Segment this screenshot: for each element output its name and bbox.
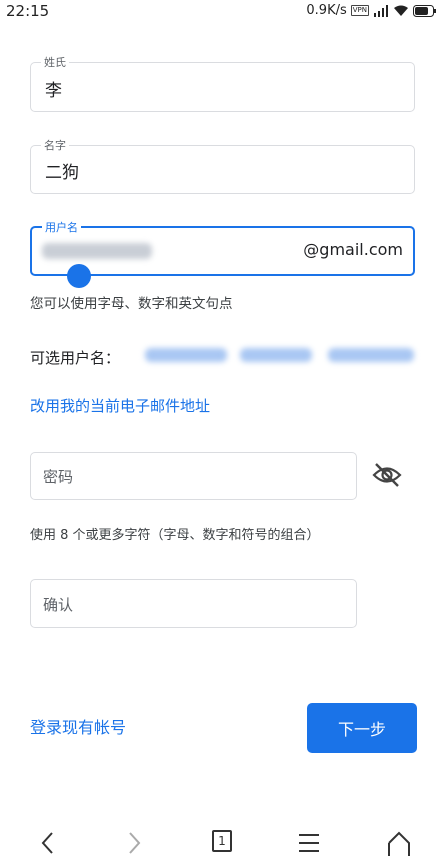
use-current-email-link[interactable]: 改用我的当前电子邮件地址 [30, 395, 210, 416]
text-cursor-handle[interactable] [67, 264, 91, 288]
first-name-field[interactable]: 名字 二狗 [30, 137, 415, 194]
suggestions-label: 可选用户名： [30, 349, 121, 367]
home-icon[interactable] [386, 830, 412, 856]
last-name-value: 李 [45, 81, 62, 101]
browser-bottom-nav: 1 [0, 826, 445, 858]
username-value-redacted [42, 243, 152, 259]
back-icon[interactable] [38, 830, 58, 856]
sign-in-existing-link[interactable]: 登录现有帐号 [30, 714, 126, 738]
confirm-password-field[interactable]: 确认 [30, 579, 357, 628]
battery-icon [413, 4, 436, 17]
suggestion-2[interactable] [240, 348, 312, 362]
eye-off-icon[interactable] [372, 462, 402, 488]
network-speed: 0.9K/s [306, 3, 347, 18]
first-name-value: 二狗 [45, 163, 79, 183]
username-suffix: @gmail.com [303, 240, 403, 259]
suggestion-1[interactable] [145, 348, 227, 362]
forward-icon[interactable] [124, 830, 144, 856]
last-name-field[interactable]: 姓氏 李 [30, 54, 415, 112]
suggestion-3[interactable] [328, 348, 414, 362]
wifi-icon [394, 5, 408, 16]
tabs-icon[interactable]: 1 [212, 830, 232, 852]
username-label: 用户名 [42, 219, 81, 235]
password-hint: 使用 8 个或更多字符（字母、数字和符号的组合） [30, 528, 320, 543]
menu-icon[interactable] [297, 832, 321, 854]
tabs-count: 1 [218, 834, 226, 848]
vpn-badge: VPN [350, 5, 369, 16]
confirm-placeholder: 确认 [43, 596, 74, 614]
signal-icon [374, 4, 388, 17]
status-icons: 0.9K/s VPN [306, 3, 437, 18]
username-hint: 您可以使用字母、数字和英文句点 [30, 296, 233, 312]
password-placeholder: 密码 [43, 468, 74, 486]
last-name-label: 姓氏 [41, 54, 69, 70]
status-time: 22:15 [6, 2, 50, 20]
password-field[interactable]: 密码 [30, 452, 357, 500]
status-bar: 22:15 0.9K/s VPN [0, 0, 445, 24]
first-name-label: 名字 [41, 137, 69, 153]
next-button[interactable]: 下一步 [307, 703, 417, 753]
